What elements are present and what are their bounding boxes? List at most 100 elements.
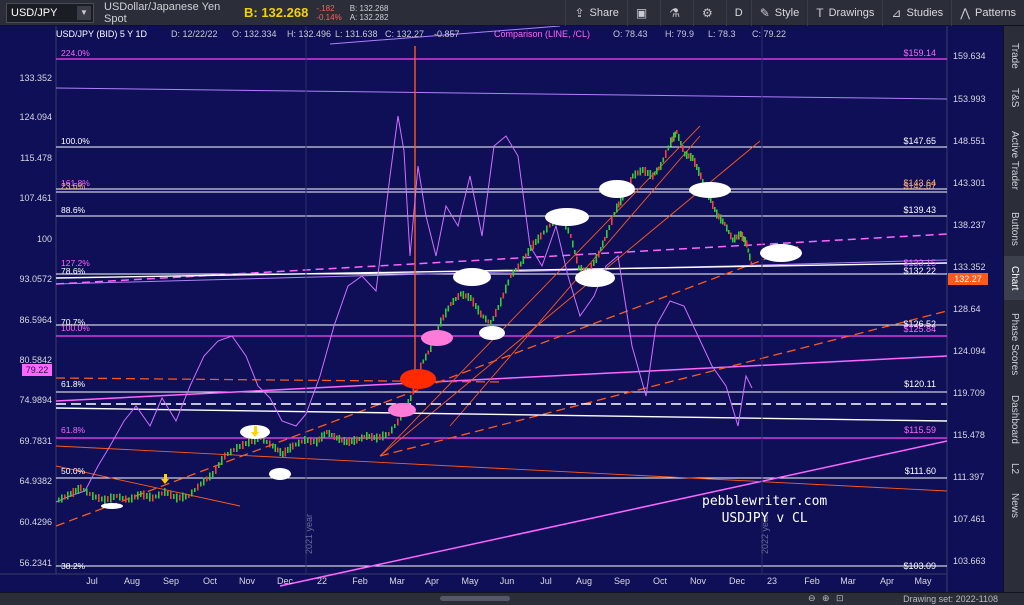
tab-news[interactable]: News <box>1004 488 1024 524</box>
candle <box>604 237 606 241</box>
candle <box>95 494 97 500</box>
fib-left-label: 50.0% <box>61 466 86 476</box>
chart-scrollbar[interactable] <box>440 596 510 601</box>
candle <box>492 316 495 321</box>
settings-button[interactable]: ⚙ <box>692 0 726 26</box>
tab-chart[interactable]: Chart <box>1004 256 1024 300</box>
candle <box>747 248 750 253</box>
fib-right-label: $115.59 <box>904 425 936 435</box>
left-axis-tick: 133.352 <box>19 73 52 83</box>
fib-right-label: $142.07 <box>903 181 936 191</box>
candle <box>410 395 412 401</box>
x-axis-tick: May <box>914 576 932 586</box>
last-price: B: 132.268 <box>244 5 309 20</box>
candle <box>146 493 148 499</box>
tab-dashboard[interactable]: Dashboard <box>1004 388 1024 450</box>
candle <box>578 265 580 271</box>
candle <box>460 291 462 297</box>
candle <box>397 418 399 426</box>
patterns-icon: ⋀ <box>960 5 971 20</box>
candle <box>194 488 196 492</box>
candle <box>209 472 211 481</box>
price-chart[interactable]: USD/JPY (BID) 5 Y 1D D: 12/22/22 O: 132.… <box>0 26 1003 592</box>
zoom-out-icon[interactable]: ⊖ <box>808 593 816 604</box>
fib-left-label: 78.6% <box>61 266 86 276</box>
candle <box>517 263 520 271</box>
candle <box>576 256 578 264</box>
zoom-in-icon[interactable]: ⊕ <box>822 593 830 604</box>
symbol-dropdown-icon[interactable]: ▼ <box>77 5 91 20</box>
tab-times-sales[interactable]: T&S <box>1004 80 1024 116</box>
chart-header-instrument: USD/JPY (BID) 5 Y 1D <box>56 29 148 39</box>
bid-ask-block: B: 132.268 A: 132.282 <box>350 4 389 22</box>
patterns-button[interactable]: ⋀ Patterns <box>951 0 1024 26</box>
symbol-input[interactable]: USD/JPY ▼ <box>6 2 94 23</box>
candle <box>282 451 284 457</box>
candle <box>89 492 91 496</box>
candle <box>658 166 660 171</box>
candle <box>119 493 121 501</box>
candle <box>310 437 312 445</box>
tab-active-trader[interactable]: Active Trader <box>1004 120 1024 200</box>
candle <box>363 435 366 439</box>
tab-buttons[interactable]: Buttons <box>1004 204 1024 254</box>
candle <box>475 303 477 309</box>
candle <box>462 291 465 299</box>
header-change: -0.857 <box>434 29 460 39</box>
candle <box>295 442 297 447</box>
right-axis-tick: 111.397 <box>953 472 984 482</box>
style-button[interactable]: ✎ Style <box>750 0 808 26</box>
x-axis-tick: Feb <box>804 576 820 586</box>
candle <box>298 439 300 447</box>
candle <box>197 483 199 491</box>
patterns-label: Patterns <box>975 6 1016 19</box>
chart-panel[interactable]: USD/JPY (BID) 5 Y 1D D: 12/22/22 O: 132.… <box>0 26 1003 592</box>
header-date: D: 12/22/22 <box>171 29 218 39</box>
share-button[interactable]: ⇪ Share <box>565 0 626 26</box>
candle <box>634 170 637 179</box>
candle <box>212 471 214 477</box>
x-axis-tick: Mar <box>840 576 856 586</box>
candle <box>593 260 595 266</box>
year-label-2021: 2021 year <box>304 514 314 554</box>
watermark-line-2: USDJPY v CL <box>721 511 808 526</box>
layout-button[interactable]: ▣ <box>626 0 660 26</box>
fit-icon[interactable]: ⊡ <box>836 593 844 604</box>
candle <box>698 167 700 176</box>
candle <box>385 432 387 438</box>
candle <box>710 198 712 203</box>
candle <box>188 494 190 498</box>
flask-icon: ⚗ <box>669 5 680 20</box>
tab-trade[interactable]: Trade <box>1004 36 1024 76</box>
candle <box>532 240 535 250</box>
flask-button[interactable]: ⚗ <box>660 0 693 26</box>
candle <box>158 491 160 499</box>
candle <box>116 494 118 498</box>
candle <box>67 491 69 500</box>
tab-phase-scores[interactable]: Phase Scores <box>1004 304 1024 384</box>
candle <box>670 137 672 147</box>
candle <box>239 444 241 449</box>
candle <box>321 432 323 442</box>
tab-l2[interactable]: L2 <box>1004 454 1024 484</box>
candle <box>507 279 510 286</box>
candle <box>618 201 620 208</box>
drawings-button[interactable]: T Drawings <box>807 0 882 26</box>
candle <box>700 172 702 180</box>
candle <box>572 240 574 248</box>
interval-button[interactable]: D <box>725 0 751 26</box>
candle <box>394 424 396 428</box>
candle <box>227 452 229 456</box>
share-label: Share <box>589 6 619 19</box>
candle <box>61 494 63 503</box>
candle <box>301 439 303 444</box>
symbol-description: USDollar/Japanese Yen Spot <box>104 0 221 25</box>
studies-button[interactable]: ⊿ Studies <box>882 0 951 26</box>
candle <box>637 170 639 176</box>
candle <box>366 432 368 440</box>
x-axis-tick: Sep <box>163 576 179 586</box>
candle <box>741 232 744 241</box>
candle <box>269 440 271 448</box>
candle <box>122 496 124 500</box>
candle <box>688 153 690 159</box>
